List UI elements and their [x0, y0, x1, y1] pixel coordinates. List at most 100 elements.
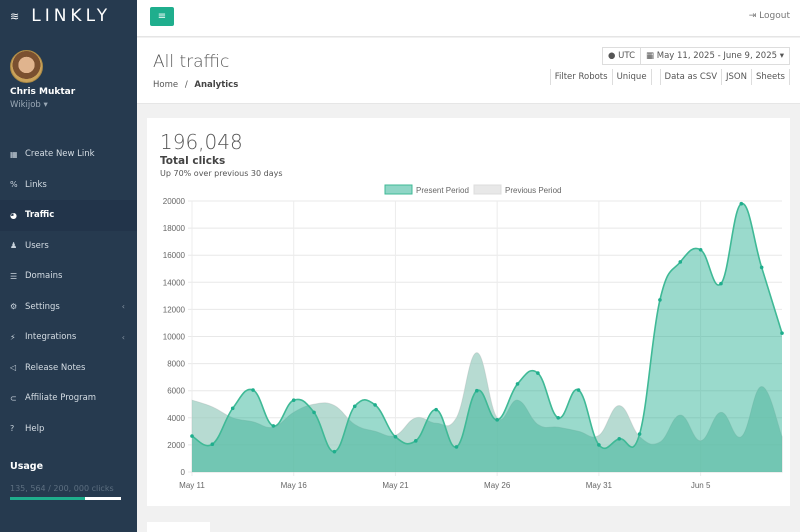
present-point [536, 371, 540, 375]
cogs-icon: ⚙ [10, 302, 18, 312]
present-point [373, 403, 377, 407]
sidebar-item-affiliate-program[interactable]: ⊂ Affiliate Program [0, 383, 137, 414]
traffic-chart: 0 2000 4000 6000 8000 10000 12000 14000 16000 180… [163, 184, 784, 490]
sidebar-nav: ▦ Create New Link % Links ◕ Traffic ♟ Users … [0, 139, 137, 444]
present-point [658, 298, 662, 302]
y-tick-label: 18000 [163, 224, 186, 233]
present-point [678, 260, 683, 264]
x-tick-label: May 11 [179, 481, 205, 490]
sidebar-item-domains[interactable]: ☰ Domains [0, 261, 137, 292]
y-tick-label: 0 [181, 468, 186, 477]
present-point [312, 410, 316, 415]
link-icon: % [10, 180, 18, 190]
sidebar-item-label: Help [25, 423, 45, 434]
calendar-icon: ▦ [646, 51, 655, 61]
sidebar-item-label: Affiliate Program [25, 393, 97, 404]
present-point [597, 443, 601, 447]
user-icon: ♟ [10, 241, 18, 251]
sidebar-item-traffic[interactable]: ◕ Traffic [0, 200, 137, 231]
present-point [515, 382, 520, 386]
globe-icon: ● [608, 51, 616, 61]
filter-robots-button[interactable]: Filter Robots [549, 69, 613, 85]
sidebar-item-label: Integrations [25, 332, 77, 343]
next-card [147, 522, 210, 532]
legend-swatch-present [384, 184, 413, 195]
present-point [617, 437, 622, 441]
present-point [576, 388, 581, 392]
present-point [291, 398, 296, 402]
page-header: All traffic Home / Analytics ● UTC ▦ May… [137, 38, 800, 104]
page-title: All traffic [153, 52, 230, 72]
present-point [332, 449, 337, 454]
brand[interactable]: ≋ LINKLY [0, 0, 137, 32]
x-tick-label: May 31 [586, 481, 613, 490]
org-switcher[interactable]: Wikijob ▾ [10, 100, 48, 110]
bars-icon: ≡ [157, 11, 167, 22]
timezone-label: UTC [618, 51, 636, 61]
y-tick-label: 12000 [163, 305, 186, 314]
usage-title: Usage [10, 461, 44, 472]
sidebar-item-label: Domains [25, 271, 63, 282]
sidebar-item-label: Users [25, 240, 49, 251]
present-point [637, 432, 642, 436]
sidebar: ≋ LINKLY Chris Muktar Wikijob ▾ ▦ Create … [0, 0, 137, 532]
x-tick-label: Jun 5 [691, 481, 711, 490]
y-tick-label: 4000 [167, 414, 185, 423]
sign-out-icon: ⇥ [748, 11, 757, 21]
present-point [210, 442, 215, 447]
date-range-picker[interactable]: ▦ May 11, 2025 - June 9, 2025 ▾ [641, 47, 790, 65]
x-tick-label: May 21 [382, 481, 409, 490]
logout-link[interactable]: ⇥ Logout [749, 11, 790, 21]
logout-label: Logout [759, 11, 790, 21]
breadcrumb-separator: / [184, 80, 188, 90]
sidebar-item-label: Release Notes [25, 362, 86, 373]
org-name: Wikijob [10, 100, 41, 110]
brand-name: LINKLY [31, 6, 112, 26]
sidebar-item-help[interactable]: ? Help [0, 414, 137, 445]
caret-down-icon: ▾ [779, 51, 784, 61]
x-tick-label: May 26 [484, 481, 511, 490]
present-point [190, 434, 194, 438]
bullhorn-icon: ◁ [10, 363, 17, 373]
avatar[interactable] [10, 50, 43, 83]
menu-toggle-button[interactable]: ≡ [150, 7, 174, 26]
sidebar-item-users[interactable]: ♟ Users [0, 231, 137, 262]
present-point [413, 439, 418, 443]
chevron-left-icon: ‹ [121, 302, 125, 312]
present-point [475, 388, 479, 393]
y-tick-label: 20000 [163, 197, 186, 206]
breadcrumb-current: Analytics [194, 80, 239, 90]
unique-button[interactable]: Unique [612, 69, 652, 85]
sidebar-item-settings[interactable]: ⚙ Settings ‹ [0, 292, 137, 323]
sidebar-item-links[interactable]: % Links [0, 170, 137, 201]
present-point [780, 331, 784, 335]
question-icon: ? [10, 424, 15, 434]
y-tick-label: 10000 [163, 333, 186, 342]
x-tick-label: May 16 [281, 481, 308, 490]
breadcrumb-home[interactable]: Home [153, 80, 178, 90]
json-export-button[interactable]: JSON [722, 69, 752, 85]
th-icon: ▦ [10, 149, 18, 159]
sidebar-item-label: Settings [25, 301, 60, 312]
present-point [719, 281, 723, 286]
present-point [251, 388, 255, 392]
traffic-card: 196,048 Total clicks Up 70% over previou… [147, 118, 790, 506]
present-point [556, 416, 561, 420]
present-point [352, 404, 357, 409]
present-point [393, 434, 398, 439]
present-point [698, 247, 703, 252]
sidebar-item-create-new-link[interactable]: ▦ Create New Link [0, 139, 137, 170]
sheets-export-button[interactable]: Sheets [751, 69, 790, 85]
y-tick-label: 16000 [163, 251, 186, 260]
sidebar-item-label: Create New Link [25, 149, 95, 160]
y-tick-label: 8000 [167, 360, 185, 369]
plug-icon: ⚡ [10, 332, 16, 342]
sidebar-item-release-notes[interactable]: ◁ Release Notes [0, 353, 137, 384]
sidebar-item-integrations[interactable]: ⚡ Integrations ‹ [0, 322, 137, 353]
csv-export-button[interactable]: Data as CSV [659, 69, 723, 85]
present-point [434, 407, 438, 412]
present-point [454, 445, 459, 449]
present-point [759, 265, 764, 270]
chevron-left-icon: ‹ [121, 332, 125, 342]
timezone-button[interactable]: ● UTC [602, 47, 642, 65]
